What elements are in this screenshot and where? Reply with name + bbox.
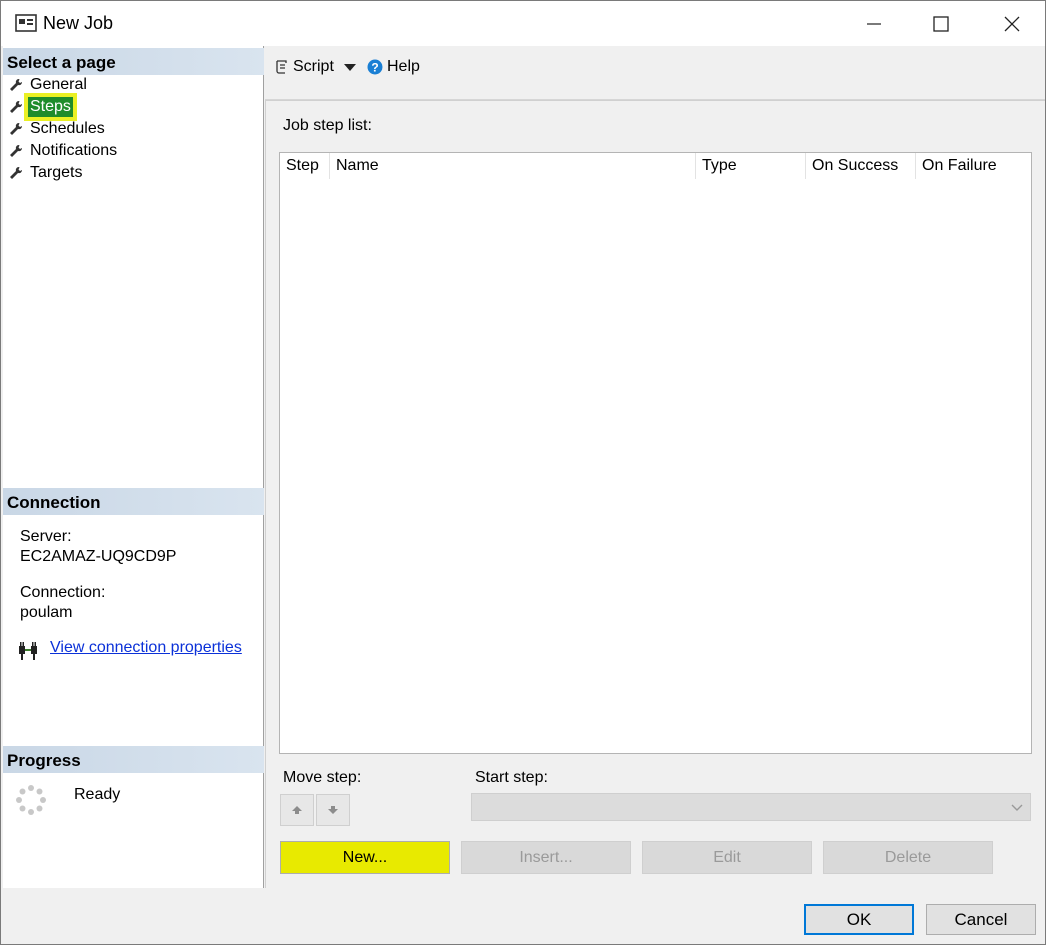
window-icon [15, 14, 37, 32]
title-bar[interactable]: New Job [1, 1, 1045, 46]
start-step-select[interactable] [471, 793, 1031, 821]
help-icon: ? [367, 59, 383, 75]
list-header: Step Name Type On Success On Failure [280, 153, 1031, 179]
page-item-notifications[interactable]: Notifications [9, 140, 119, 162]
chevron-down-icon [1011, 804, 1023, 811]
column-header-step[interactable]: Step [280, 153, 330, 179]
column-header-type[interactable]: Type [696, 153, 806, 179]
job-step-list[interactable]: Step Name Type On Success On Failure [279, 152, 1032, 754]
close-icon [1004, 16, 1020, 31]
server-value: EC2AMAZ-UQ9CD9P [20, 548, 177, 565]
plug-icon [19, 642, 37, 660]
connection-label: Connection: [20, 584, 106, 601]
page-item-steps[interactable]: Steps [9, 93, 77, 121]
maximize-icon [933, 15, 949, 32]
help-button[interactable]: ? Help [367, 56, 420, 78]
steps-page-content: Job step list: Step Name Type On Success… [265, 100, 1045, 888]
move-step-up-button[interactable] [280, 794, 314, 826]
delete-step-label: Delete [884, 848, 932, 866]
left-pane: Select a page General Steps Schedules No… [3, 46, 264, 888]
progress-spinner-icon [16, 785, 46, 815]
page-label-steps: Steps [24, 93, 77, 121]
close-button[interactable] [977, 1, 1046, 46]
new-step-button[interactable]: New... [280, 841, 450, 874]
arrow-down-icon [328, 806, 338, 814]
cancel-button[interactable]: Cancel [926, 904, 1036, 935]
connection-value: poulam [20, 604, 73, 621]
arrow-up-icon [292, 806, 302, 814]
ok-label: OK [846, 909, 872, 929]
job-step-list-label: Job step list: [283, 117, 372, 134]
column-header-name[interactable]: Name [330, 153, 696, 179]
move-step-down-button[interactable] [316, 794, 350, 826]
wrench-icon [10, 78, 23, 91]
page-item-general[interactable]: General [9, 74, 89, 96]
delete-step-button[interactable]: Delete [823, 841, 993, 874]
start-step-label: Start step: [475, 769, 548, 786]
page-label-general: General [30, 76, 87, 93]
ok-button[interactable]: OK [804, 904, 914, 935]
insert-step-label: Insert... [519, 848, 573, 866]
minimize-icon [867, 22, 881, 25]
wrench-icon [10, 166, 23, 179]
new-job-window: New Job Select a page General Steps Sche… [0, 0, 1046, 945]
edit-step-button[interactable]: Edit [642, 841, 812, 874]
script-label: Script [293, 58, 334, 75]
cancel-label: Cancel [954, 909, 1008, 929]
script-icon [276, 60, 287, 74]
server-label: Server: [20, 528, 72, 545]
script-dropdown-button[interactable] [343, 56, 357, 78]
right-pane: Script ? Help Job step list: Step Name T… [265, 46, 1045, 888]
column-header-on-success[interactable]: On Success [806, 153, 916, 179]
page-item-targets[interactable]: Targets [9, 162, 84, 184]
insert-step-button[interactable]: Insert... [461, 841, 631, 874]
progress-header: Progress [3, 746, 264, 773]
column-header-on-failure[interactable]: On Failure [916, 153, 1031, 179]
minimize-button[interactable] [839, 1, 909, 46]
toolbar: Script ? Help [265, 46, 1045, 100]
help-label: Help [387, 58, 420, 75]
script-button[interactable]: Script [273, 56, 334, 78]
connection-header: Connection [3, 488, 264, 515]
window-title: New Job [43, 13, 114, 33]
wrench-icon [10, 122, 23, 135]
progress-status: Ready [74, 786, 121, 803]
page-label-targets: Targets [30, 164, 83, 181]
caret-down-icon [344, 64, 356, 71]
page-label-notifications: Notifications [30, 142, 118, 159]
page-item-schedules[interactable]: Schedules [9, 118, 107, 140]
edit-step-label: Edit [713, 848, 741, 866]
wrench-icon [10, 144, 23, 157]
page-label-schedules: Schedules [30, 120, 105, 137]
move-step-label: Move step: [283, 769, 362, 786]
view-connection-properties-link[interactable]: View connection properties [50, 639, 242, 657]
select-page-header: Select a page [3, 48, 264, 75]
new-step-label: New... [342, 848, 388, 866]
maximize-button[interactable] [906, 1, 976, 46]
svg-text:?: ? [371, 61, 378, 75]
wrench-icon [10, 100, 23, 113]
